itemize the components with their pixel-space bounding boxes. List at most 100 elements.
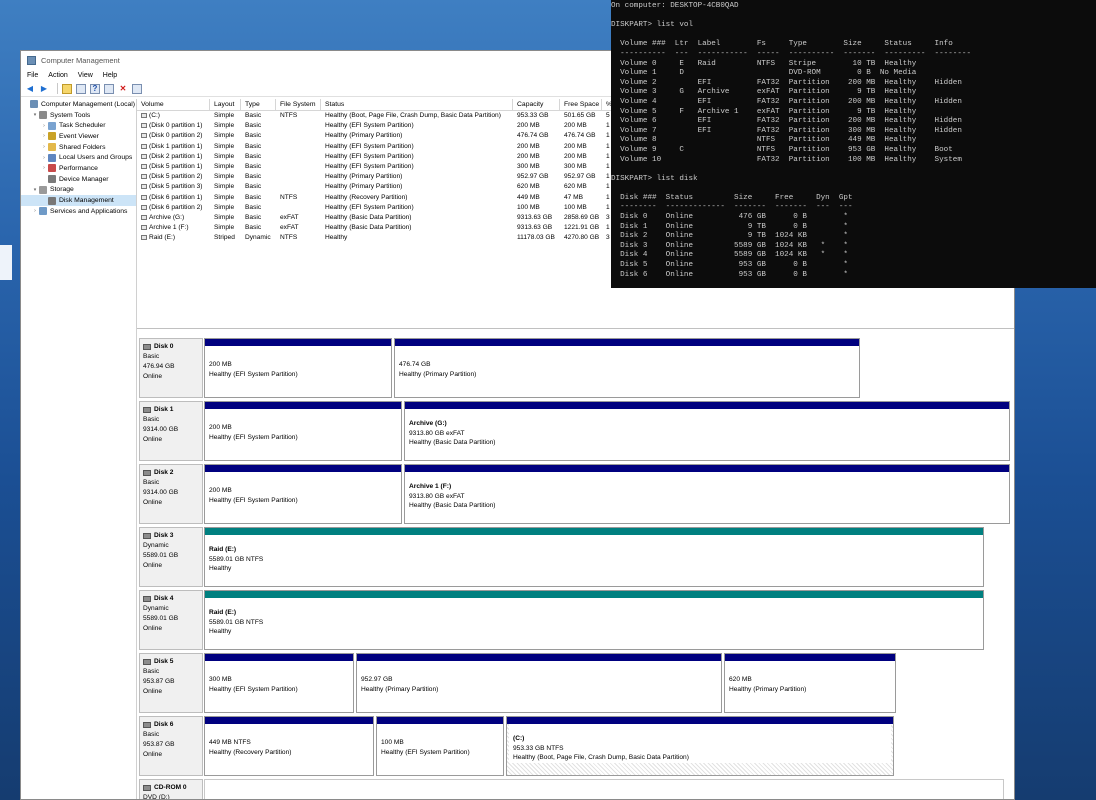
column-header-status[interactable]: Status	[321, 99, 513, 110]
volume-cell-text: Simple	[214, 193, 235, 201]
disk-icon	[143, 407, 151, 413]
tree-expander-icon[interactable]: ›	[41, 144, 47, 150]
disk-row-disk-2[interactable]: Disk 2 Basic 9314.00 GB Online 200 MB Healthy…	[139, 464, 1012, 524]
tree-item-storage[interactable]: ▾ Storage	[21, 185, 136, 196]
volume-cell-text: Simple	[214, 173, 235, 181]
partition-status: Healthy (Boot, Page File, Crash Dump, Ba…	[513, 754, 689, 761]
partition-block[interactable]: 476.74 GB Healthy (Primary Partition)	[394, 338, 860, 398]
partition-block[interactable]: Raid (E:) 5589.01 GB NTFS Healthy	[204, 590, 984, 650]
volume-cell-text: Archive 1 (F:)	[149, 224, 189, 232]
volume-cell: 200 MB	[513, 142, 560, 152]
disk-row-cd-rom-0[interactable]: CD-ROM 0DVD (D:) No Media	[139, 779, 1006, 799]
column-header-layout[interactable]: Layout	[210, 99, 241, 110]
partition-block[interactable]: 300 MB Healthy (EFI System Partition)	[204, 653, 354, 713]
volume-cell: Striped	[210, 233, 241, 243]
tree-item-device-manager[interactable]: Device Manager	[21, 174, 136, 185]
disk-label[interactable]: Disk 4 Dynamic 5589.01 GB Online	[139, 590, 203, 650]
menu-action[interactable]: Action	[48, 72, 67, 79]
partition-block[interactable]: Raid (E:) 5589.01 GB NTFS Healthy	[204, 527, 984, 587]
column-header-free-space[interactable]: Free Space	[560, 99, 602, 110]
tree-item-system-tools[interactable]: ▾ System Tools	[21, 110, 136, 121]
forward-arrow-icon[interactable]: ▶	[39, 84, 49, 94]
disk-label[interactable]: Disk 1 Basic 9314.00 GB Online	[139, 401, 203, 461]
back-arrow-icon[interactable]: ◀	[25, 84, 35, 94]
console-tree-icon[interactable]	[76, 83, 86, 94]
menu-help[interactable]: Help	[103, 72, 117, 79]
disk-label[interactable]: Disk 5 Basic 953.87 GB Online	[139, 653, 203, 713]
tree-item-local-users-and-groups[interactable]: › Local Users and Groups	[21, 152, 136, 163]
volume-cell-text: 9313.63 GB	[517, 224, 553, 232]
disk-label[interactable]: Disk 2 Basic 9314.00 GB Online	[139, 464, 203, 524]
export-icon[interactable]	[132, 83, 142, 94]
up-folder-icon[interactable]	[62, 83, 72, 94]
tree-item-disk-management[interactable]: Disk Management	[21, 195, 136, 206]
volume-cell: (Disk 2 partition 1)	[137, 152, 210, 162]
partition-block[interactable]: 620 MB Healthy (Primary Partition)	[724, 653, 896, 713]
column-header-volume[interactable]: Volume	[137, 99, 210, 110]
menu-file[interactable]: File	[27, 72, 38, 79]
column-header-capacity[interactable]: Capacity	[513, 99, 560, 110]
partition-block[interactable]: 200 MB Healthy (EFI System Partition)	[204, 338, 392, 398]
partition-text: 300 MB Healthy (EFI System Partition)	[205, 661, 353, 694]
tree-expander-icon[interactable]: ›	[41, 155, 47, 161]
disk-row-disk-3[interactable]: Disk 3 Dynamic 5589.01 GB Online Raid (E:) 55…	[139, 527, 986, 587]
volume-cell: Archive 1 (F:)	[137, 223, 210, 233]
volume-cell-text: 1	[606, 203, 610, 211]
disk-label[interactable]: CD-ROM 0DVD (D:) No Media	[139, 779, 203, 799]
tree-item-event-viewer[interactable]: › Event Viewer	[21, 131, 136, 142]
partition-text: Archive 1 (F:) 9313.80 GB exFAT Healthy (B…	[405, 472, 1009, 511]
tree-expander-icon[interactable]: ›	[41, 165, 47, 171]
disk-status: Online	[143, 751, 163, 758]
diskpart-console[interactable]: On computer: DESKTOP-4CB0QAD DISKPART> li…	[611, 0, 1096, 288]
volume-icon	[141, 204, 147, 210]
volume-cell: Basic	[241, 213, 276, 223]
disk-row-disk-4[interactable]: Disk 4 Dynamic 5589.01 GB Online Raid (E:) 55…	[139, 590, 986, 650]
console-line: Volume 4 EFI FAT32 Partition 200 MB Heal…	[611, 97, 962, 106]
disk-label[interactable]: Disk 3 Dynamic 5589.01 GB Online	[139, 527, 203, 587]
partition-volume-name: Archive 1 (F:)	[409, 483, 452, 490]
tree-expander-icon[interactable]: ›	[32, 208, 38, 214]
tree-item-shared-folders[interactable]: › Shared Folders	[21, 142, 136, 153]
disk-row-disk-5[interactable]: Disk 5 Basic 953.87 GB Online 300 MB Healthy …	[139, 653, 898, 713]
disk-row-disk-1[interactable]: Disk 1 Basic 9314.00 GB Online 200 MB Healthy…	[139, 401, 1012, 461]
menu-view[interactable]: View	[78, 72, 93, 79]
tree-item-services-and-applications[interactable]: › Services and Applications	[21, 206, 136, 217]
column-header-file-system[interactable]: File System	[276, 99, 321, 110]
disk-name-text: Disk 1	[154, 406, 174, 413]
partition-block[interactable]: 200 MB Healthy (EFI System Partition)	[204, 464, 402, 524]
disk-size: 953.87 GB	[143, 678, 175, 685]
volume-cell: Basic	[241, 172, 276, 182]
tree-expander-icon[interactable]: ›	[41, 133, 47, 139]
volume-cell-text: Striped	[214, 234, 235, 242]
tree-expander-icon[interactable]: ▾	[32, 187, 38, 193]
volume-cell-text: 1	[606, 162, 610, 170]
tree-item-task-scheduler[interactable]: › Task Scheduler	[21, 120, 136, 131]
volume-cell-text: Raid (E:)	[149, 234, 176, 242]
cdrom-icon	[143, 785, 151, 791]
tree-expander-icon[interactable]: ▾	[32, 112, 38, 118]
volume-cell: (Disk 5 partition 1)	[137, 162, 210, 172]
help-icon[interactable]: ?	[90, 83, 100, 94]
partition-block[interactable]: 449 MB NTFS Healthy (Recovery Partition)	[204, 716, 374, 776]
tree-item-performance[interactable]: › Performance	[21, 163, 136, 174]
disk-row-disk-0[interactable]: Disk 0 Basic 476.94 GB Online 200 MB Healthy …	[139, 338, 862, 398]
delete-icon[interactable]: ✕	[118, 84, 128, 94]
disk-label[interactable]: Disk 0 Basic 476.94 GB Online	[139, 338, 203, 398]
partition-block[interactable]: 200 MB Healthy (EFI System Partition)	[204, 401, 402, 461]
log-icon	[48, 132, 56, 141]
partition-block[interactable]: (C:) 953.33 GB NTFS Healthy (Boot, Page Fi…	[506, 716, 894, 776]
properties-icon[interactable]	[104, 83, 114, 94]
partition-block[interactable]: 100 MB Healthy (EFI System Partition)	[376, 716, 504, 776]
disk-type: Dynamic	[143, 542, 169, 549]
disk-row-disk-6[interactable]: Disk 6 Basic 953.87 GB Online 449 MB NTFS Hea…	[139, 716, 896, 776]
volume-cell-text: 1221.91 GB	[564, 224, 600, 232]
partition-block[interactable]: Archive (G:) 9313.80 GB exFAT Healthy (Bas…	[404, 401, 1010, 461]
partition-status: Healthy	[209, 565, 232, 572]
tree-expander-icon[interactable]: ›	[41, 123, 47, 129]
partition-block[interactable]: Archive 1 (F:) 9313.80 GB exFAT Healthy (B…	[404, 464, 1010, 524]
column-header-type[interactable]: Type	[241, 99, 276, 110]
partition-block[interactable]: 952.97 GB Healthy (Primary Partition)	[356, 653, 722, 713]
volume-cell-text: Basic	[245, 132, 262, 140]
disk-label[interactable]: Disk 6 Basic 953.87 GB Online	[139, 716, 203, 776]
tree-item-computer-management-local-[interactable]: Computer Management (Local)	[21, 99, 136, 110]
